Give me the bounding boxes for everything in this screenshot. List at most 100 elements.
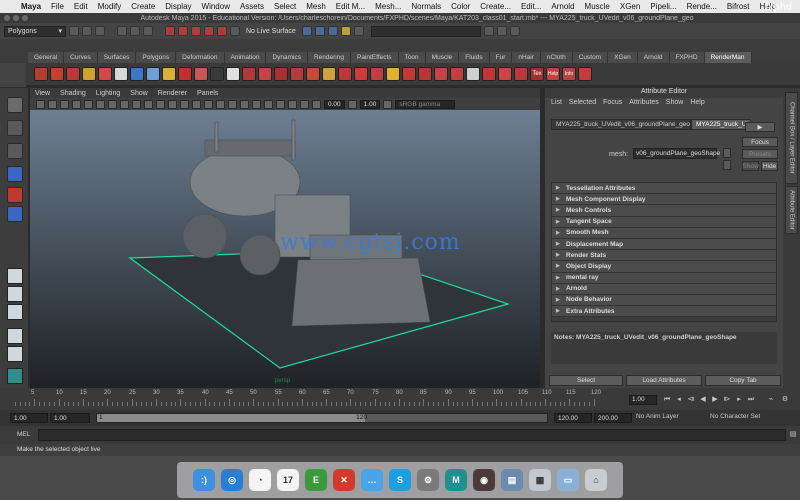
outliner-layout-icon[interactable] xyxy=(7,328,23,344)
ae-menu-focus[interactable]: Focus xyxy=(603,99,622,106)
menu-item-create[interactable]: Create xyxy=(126,2,160,11)
shelf-tool-icon[interactable] xyxy=(50,67,64,81)
select-hierarchy-icon[interactable] xyxy=(117,26,127,36)
section-tangent-space[interactable]: ▶ Tangent Space xyxy=(552,216,776,228)
tab-toon[interactable]: Toon xyxy=(398,52,426,63)
menu-item-color[interactable]: Color xyxy=(446,2,475,11)
shelf-tool-icon[interactable] xyxy=(514,67,528,81)
panel-menu-shading[interactable]: Shading xyxy=(60,90,86,97)
anim-layer-dropdown[interactable]: No Anim Layer xyxy=(636,413,679,420)
exposure-icon[interactable] xyxy=(312,99,321,109)
section-tessellation-attributes[interactable]: ▶ Tessellation Attributes xyxy=(552,183,776,195)
motion-blur-icon[interactable] xyxy=(276,99,285,109)
input-line-field[interactable] xyxy=(370,25,481,37)
menu-item-maya[interactable]: Maya xyxy=(16,2,46,11)
zoom-window-button[interactable] xyxy=(22,15,28,21)
shelf-tool-icon[interactable]: Info xyxy=(562,67,576,81)
tab-polygons[interactable]: Polygons xyxy=(136,52,177,63)
shelf-tool-icon[interactable] xyxy=(146,67,160,81)
tab-general[interactable]: General xyxy=(28,52,65,63)
attribute-editor-toggle-icon[interactable] xyxy=(496,26,507,36)
go-to-start-icon[interactable]: ⏮ xyxy=(662,395,672,405)
menu-item-rende[interactable]: Rende... xyxy=(682,2,722,11)
current-frame-field[interactable]: 1.00 xyxy=(629,395,657,405)
menu-item-xgen[interactable]: XGen xyxy=(615,2,645,11)
tab-muscle[interactable]: Muscle xyxy=(425,52,460,63)
minimize-window-button[interactable] xyxy=(13,15,19,21)
wireframe-on-shaded-icon[interactable] xyxy=(192,99,201,109)
lasso-tool-icon[interactable] xyxy=(7,120,23,136)
evernote-icon[interactable]: E xyxy=(305,469,327,491)
shelf-tool-icon[interactable] xyxy=(258,67,272,81)
shelf-tool-icon[interactable] xyxy=(34,67,48,81)
shadows-icon[interactable] xyxy=(228,99,237,109)
film-gate-icon[interactable] xyxy=(96,99,105,109)
menu-item-assets[interactable]: Assets xyxy=(235,2,269,11)
script-editor-icon[interactable]: ▤ xyxy=(788,430,798,440)
menu-item-normals[interactable]: Normals xyxy=(406,2,446,11)
shelf-tool-icon[interactable] xyxy=(242,67,256,81)
notes-area[interactable]: Notes: MYA225_truck_UVedit_v06_groundPla… xyxy=(551,332,777,364)
menu-item-file[interactable]: File xyxy=(46,2,69,11)
panel-menu-show[interactable]: Show xyxy=(130,90,148,97)
section-arnold[interactable]: ▶ Arnold xyxy=(552,283,776,295)
tab-channel-box[interactable]: Channel Box / Layer Editor xyxy=(785,92,798,184)
shelf-tool-icon[interactable] xyxy=(322,67,336,81)
show-button[interactable]: Show xyxy=(742,161,759,171)
range-bar[interactable]: 1 120 xyxy=(96,413,548,423)
shelf-tool-icon[interactable] xyxy=(290,67,304,81)
paint-select-tool-icon[interactable] xyxy=(7,143,23,159)
photos-icon[interactable]: ▦ xyxy=(529,469,551,491)
shelf-tool-icon[interactable] xyxy=(434,67,448,81)
isolate-select-icon[interactable] xyxy=(252,99,261,109)
ae-menu-help[interactable]: Help xyxy=(690,99,704,106)
snap-grid-icon[interactable] xyxy=(165,26,175,36)
tab-attribute-editor[interactable]: Attribute Editor xyxy=(785,186,798,234)
new-scene-icon[interactable] xyxy=(69,26,79,36)
resolution-gate-icon[interactable] xyxy=(108,99,117,109)
davinci-icon[interactable]: ◉ xyxy=(473,469,495,491)
section-mesh-component-display[interactable]: ▶ Mesh Component Display xyxy=(552,194,776,206)
shelf-tool-icon[interactable] xyxy=(498,67,512,81)
section-render-stats[interactable]: ▶ Render Stats xyxy=(552,250,776,262)
section-object-display[interactable]: ▶ Object Display xyxy=(552,261,776,273)
menu-item-edit[interactable]: Edit... xyxy=(516,2,546,11)
tool-settings-toggle-icon[interactable] xyxy=(509,26,520,36)
ae-menu-list[interactable]: List xyxy=(551,99,562,106)
character-set-dropdown[interactable]: No Character Set xyxy=(710,413,760,420)
start-time-field[interactable]: 1.00 xyxy=(10,413,48,423)
tab-painteffects[interactable]: PaintEffects xyxy=(350,52,399,63)
section-extra-attributes[interactable]: ▶ Extra Attributes xyxy=(552,306,776,318)
menuset-dropdown[interactable]: Polygons ▾ xyxy=(4,25,66,37)
shelf-tool-icon[interactable] xyxy=(130,67,144,81)
skype-icon[interactable]: S xyxy=(389,469,411,491)
time-slider[interactable]: 5 10 15 20 25 30 35 40 45 50 55 60 65 70 75 80 85 90 95 100… xyxy=(0,388,800,410)
smooth-shade-icon[interactable] xyxy=(180,99,189,109)
viewport-persp[interactable]: www.cgtsj.com persp xyxy=(30,110,540,388)
clock-icon[interactable]: ◔ xyxy=(249,469,271,491)
shelf-tool-icon[interactable] xyxy=(386,67,400,81)
hide-button[interactable]: Hide xyxy=(761,161,778,171)
render-settings-icon[interactable] xyxy=(340,26,351,36)
menu-item-display[interactable]: Display xyxy=(160,2,196,11)
move-tool-icon[interactable] xyxy=(7,166,23,182)
snap-plane-icon[interactable] xyxy=(204,26,214,36)
preview-icon[interactable]: ▤ xyxy=(501,469,523,491)
shelf-tool-icon[interactable]: Tex xyxy=(530,67,544,81)
playback-end-field[interactable]: 120.00 xyxy=(554,413,592,423)
ipr-render-icon[interactable] xyxy=(327,26,338,36)
menu-item-window[interactable]: Window xyxy=(197,2,235,11)
shelf-tool-icon[interactable] xyxy=(162,67,176,81)
grid-toggle-icon[interactable] xyxy=(84,99,93,109)
tab-animation[interactable]: Animation xyxy=(224,52,267,63)
open-scene-icon[interactable] xyxy=(82,26,92,36)
shelf-tool-icon[interactable] xyxy=(482,67,496,81)
select-object-icon[interactable] xyxy=(130,26,140,36)
shelf-tool-icon[interactable] xyxy=(82,67,96,81)
step-forward-key-icon[interactable]: ⧐ xyxy=(722,395,732,405)
lights-icon[interactable] xyxy=(216,99,225,109)
four-pane-layout-icon[interactable] xyxy=(7,286,23,302)
copy-tab-button[interactable]: Copy Tab xyxy=(705,375,781,386)
node-output-icon[interactable] xyxy=(723,148,731,158)
playback-start-field[interactable]: 1.00 xyxy=(50,413,90,423)
